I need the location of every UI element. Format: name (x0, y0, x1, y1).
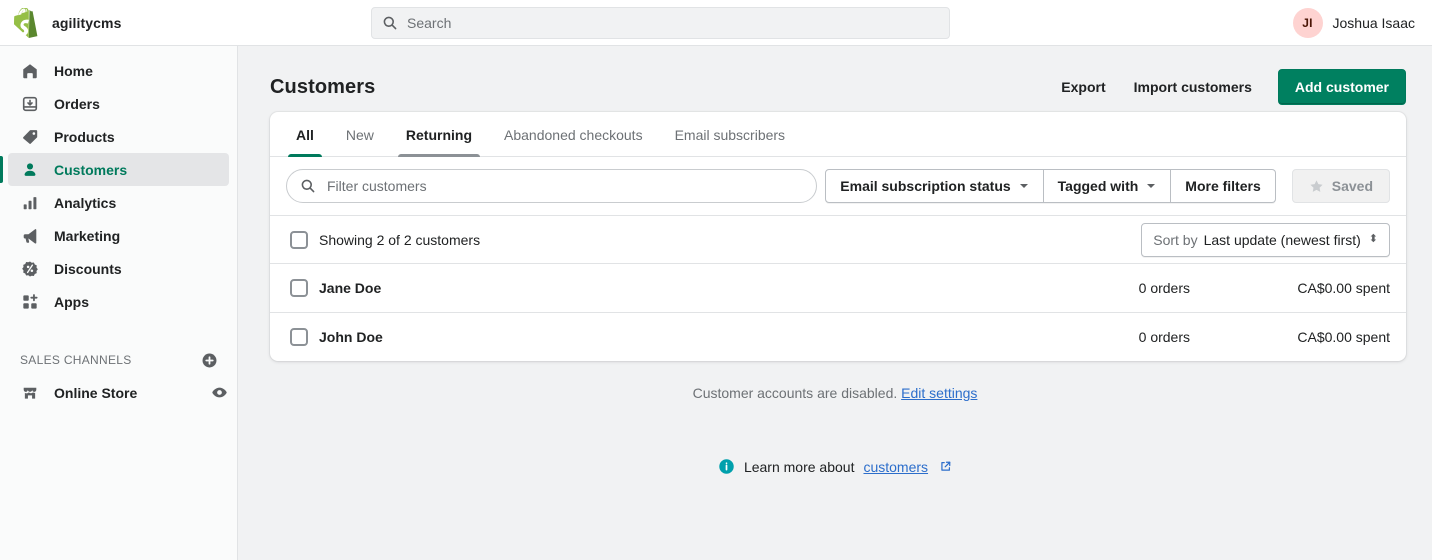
tab-all[interactable]: All (280, 127, 330, 157)
saved-button[interactable]: Saved (1291, 169, 1390, 203)
chevron-down-icon (1147, 184, 1156, 188)
tab-new[interactable]: New (330, 127, 390, 156)
marketing-megaphone-icon (20, 226, 40, 246)
customer-accounts-note: Customer accounts are disabled. Edit set… (238, 385, 1432, 401)
sidebar-item-label: Home (54, 62, 93, 79)
add-customer-button[interactable]: Add customer (1277, 69, 1406, 105)
page-actions: Export Import customers Add customer (1047, 69, 1406, 105)
more-filters-button[interactable]: More filters (1171, 169, 1276, 203)
discount-percent-icon (20, 259, 40, 279)
home-icon (20, 61, 40, 81)
sidebar-item-home[interactable]: Home (8, 54, 229, 87)
customer-spent: CA$0.00 spent (1297, 329, 1390, 345)
orders-inbox-icon (20, 94, 40, 114)
sidebar-item-analytics[interactable]: Analytics (8, 186, 229, 219)
main-content: Customers Export Import customers Add cu… (238, 46, 1432, 560)
sidebar-item-label: Orders (54, 95, 100, 112)
circle-plus-icon[interactable] (199, 350, 219, 370)
star-icon (1310, 179, 1323, 192)
search-icon (301, 179, 315, 193)
customers-doc-link[interactable]: customers (863, 459, 928, 475)
learn-more-footer: Learn more about customers (238, 458, 1432, 475)
brand-area[interactable]: agilitycms (0, 7, 238, 38)
select-all-row: Showing 2 of 2 customers Sort by Last up… (270, 215, 1406, 263)
import-customers-button[interactable]: Import customers (1120, 71, 1266, 103)
sort-by-value: Last update (newest first) (1203, 231, 1361, 248)
sidebar-item-label: Products (54, 128, 115, 145)
sidebar-item-label: Apps (54, 293, 89, 310)
table-row[interactable]: John Doe 0 orders CA$0.00 spent (270, 312, 1406, 361)
page-title: Customers (270, 75, 376, 98)
sidebar-item-label: Marketing (54, 227, 121, 244)
external-link-icon (939, 460, 952, 473)
table-row[interactable]: Jane Doe 0 orders CA$0.00 spent (270, 263, 1406, 312)
product-tag-icon (20, 127, 40, 147)
customer-person-icon (20, 160, 40, 180)
row-checkbox[interactable] (290, 279, 308, 297)
global-search[interactable]: Search (371, 7, 950, 39)
edit-settings-link[interactable]: Edit settings (901, 385, 977, 401)
sidebar-item-label: Customers (54, 161, 128, 178)
sidebar-item-customers[interactable]: Customers (0, 153, 229, 186)
filter-label: Tagged with (1057, 178, 1139, 194)
filter-label: More filters (1185, 178, 1261, 194)
account-name: Joshua Isaac (1332, 15, 1416, 31)
learn-more-text: Learn more about (743, 458, 855, 475)
tab-abandoned-checkouts[interactable]: Abandoned checkouts (488, 127, 659, 156)
customer-spent: CA$0.00 spent (1297, 280, 1390, 296)
sidebar-item-orders[interactable]: Orders (8, 87, 229, 120)
showing-count: Showing 2 of 2 customers (319, 231, 481, 248)
select-all-checkbox[interactable] (290, 230, 308, 249)
global-search-box[interactable]: Search (371, 7, 950, 39)
page-header: Customers Export Import customers Add cu… (238, 46, 1432, 108)
sidebar: Home Orders Products Customers Analytics (0, 46, 238, 560)
sidebar-item-marketing[interactable]: Marketing (8, 219, 229, 252)
sidebar-item-products[interactable]: Products (8, 120, 229, 153)
sales-channels-title: SALES CHANNELS (20, 353, 132, 367)
filter-customers-input[interactable]: Filter customers (286, 169, 818, 203)
store-name: agilitycms (52, 14, 122, 31)
customer-orders: 0 orders (1138, 329, 1190, 345)
row-checkbox[interactable] (290, 328, 308, 346)
sidebar-item-label: Discounts (54, 260, 122, 277)
filter-label: Email subscription status (840, 178, 1011, 194)
filter-bar: Filter customers Email subscription stat… (270, 157, 1406, 215)
search-icon (383, 16, 397, 30)
tagged-with-filter[interactable]: Tagged with (1043, 169, 1172, 203)
global-search-placeholder: Search (407, 15, 452, 31)
sales-channels-header: SALES CHANNELS (8, 344, 229, 376)
saved-label: Saved (1331, 178, 1373, 194)
sort-by-label: Sort by (1153, 231, 1198, 248)
accounts-note-text: Customer accounts are disabled. (692, 385, 898, 401)
customers-card: All New Returning Abandoned checkouts Em… (270, 112, 1406, 361)
email-subscription-status-filter[interactable]: Email subscription status (825, 169, 1044, 203)
customer-name: John Doe (319, 329, 383, 345)
chevron-down-icon (1019, 184, 1028, 188)
storefront-icon (20, 383, 40, 403)
sidebar-item-label: Online Store (54, 384, 138, 401)
tab-email-subscribers[interactable]: Email subscribers (659, 127, 801, 156)
sidebar-item-apps[interactable]: Apps (8, 285, 229, 318)
shopify-bag-icon (14, 7, 38, 38)
updown-chevrons-icon: ⬍ (1368, 233, 1378, 245)
filter-button-group: Email subscription status Tagged with Mo… (825, 169, 1276, 203)
eye-icon[interactable] (209, 383, 229, 403)
customer-orders: 0 orders (1138, 280, 1190, 296)
customer-tabs: All New Returning Abandoned checkouts Em… (270, 112, 1406, 157)
sidebar-item-online-store[interactable]: Online Store (8, 376, 229, 409)
top-bar: agilitycms Search JI Joshua Isaac (0, 0, 1432, 46)
avatar: JI (1292, 8, 1323, 38)
export-button[interactable]: Export (1047, 71, 1119, 103)
info-circle-icon (718, 458, 735, 475)
filter-customers-placeholder: Filter customers (327, 178, 427, 194)
tab-returning[interactable]: Returning (390, 127, 488, 157)
sort-by-select[interactable]: Sort by Last update (newest first) ⬍ (1141, 222, 1390, 257)
analytics-bars-icon (20, 193, 40, 213)
apps-grid-plus-icon (20, 292, 40, 312)
customer-name: Jane Doe (319, 280, 382, 296)
sidebar-item-discounts[interactable]: Discounts (8, 252, 229, 285)
sidebar-item-label: Analytics (54, 194, 117, 211)
account-menu[interactable]: JI Joshua Isaac (1292, 8, 1416, 38)
